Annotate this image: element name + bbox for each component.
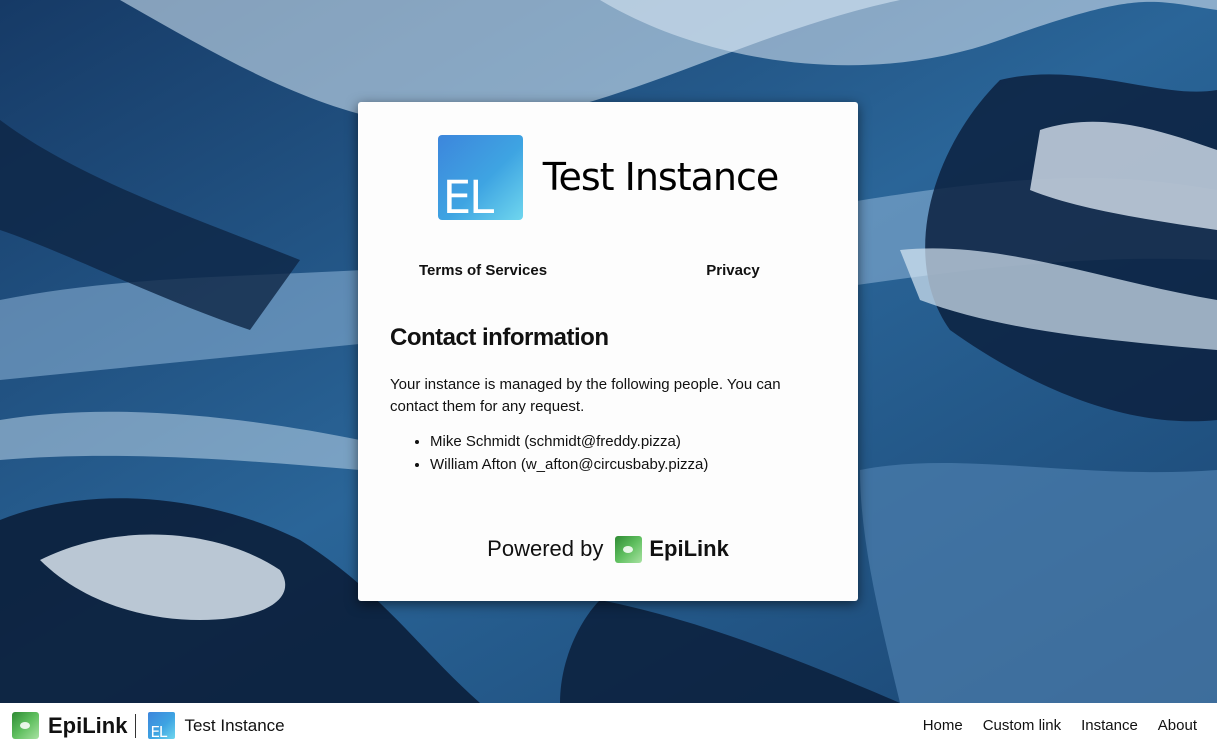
epilink-logo-icon (12, 712, 39, 739)
contact-heading: Contact information (390, 324, 609, 351)
nav-links: Home Custom link Instance About (903, 717, 1197, 734)
legal-links: Terms of Services Privacy (358, 262, 858, 279)
instance-logo: EL (437, 134, 523, 224)
nav-link-instance[interactable]: Instance (1081, 717, 1138, 734)
contact-section: Contact information Your instance is man… (390, 324, 830, 476)
powered-by-name: EpiLink (649, 536, 729, 561)
nav-link-about[interactable]: About (1158, 717, 1197, 734)
instance-logo-initials: EL (442, 170, 494, 224)
nav-instance-logo-initials: EL (150, 723, 167, 741)
nav-epilink-name: EpiLink (48, 712, 128, 738)
contact-list-item: Mike Schmidt (schmidt@freddy.pizza) (430, 430, 830, 453)
nav-link-home[interactable]: Home (923, 717, 963, 734)
terms-of-services-link[interactable]: Terms of Services (358, 262, 608, 279)
card-header: EL Test Instance (358, 134, 858, 220)
nav-instance-name: Test Instance (184, 715, 285, 735)
contact-list-item: William Afton (w_afton@circusbaby.pizza) (430, 453, 830, 476)
contact-list: Mike Schmidt (schmidt@freddy.pizza) Will… (390, 430, 830, 476)
nav-divider (135, 713, 137, 738)
contact-text: Your instance is managed by the followin… (390, 376, 781, 415)
nav-link-custom[interactable]: Custom link (983, 717, 1061, 734)
privacy-link[interactable]: Privacy (608, 262, 858, 279)
powered-by-label: Powered by (487, 536, 604, 561)
instance-title: Test Instance (542, 155, 780, 199)
nav-instance-logo: EL (148, 712, 176, 741)
nav-brand[interactable]: EpiLink EL Test Instance (12, 703, 285, 748)
bottom-navbar: EpiLink EL Test Instance Home Custom lin… (0, 703, 1217, 748)
powered-by: Powered by EpiLink (358, 534, 858, 564)
instance-card: EL Test Instance Terms of Services Priva… (358, 102, 858, 601)
epilink-logo-icon (615, 535, 643, 563)
